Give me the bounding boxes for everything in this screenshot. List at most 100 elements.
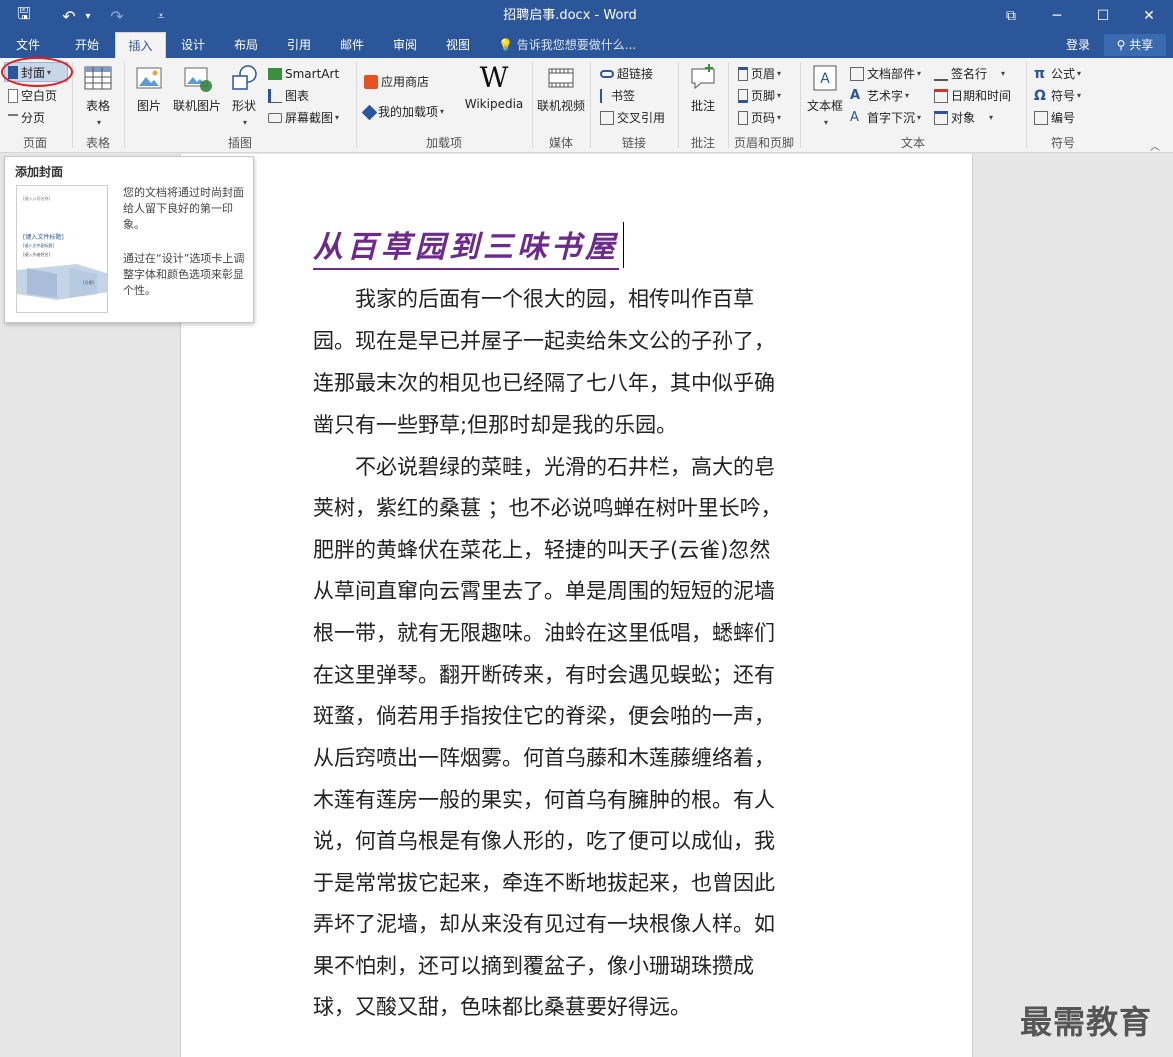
document-line[interactable]: 木莲有莲房一般的果实，何首乌有臃肿的根。有人 bbox=[313, 785, 775, 815]
separator bbox=[356, 62, 357, 148]
chart-button[interactable]: 图表 bbox=[268, 86, 309, 106]
document-line[interactable]: 不必说碧绿的菜畦，光滑的石井栏，高大的皂 bbox=[313, 452, 775, 482]
tab-insert[interactable]: 插入 bbox=[115, 32, 166, 58]
signature-line-button[interactable]: 签名行 ▾ bbox=[934, 64, 1005, 84]
store-icon bbox=[364, 75, 378, 89]
wikipedia-label: Wikipedia bbox=[464, 97, 524, 111]
drop-cap-button[interactable]: A 首字下沉 ▾ bbox=[850, 108, 921, 128]
online-picture-button[interactable]: 联机图片 bbox=[170, 62, 224, 114]
object-button[interactable]: 对象 ▾ bbox=[934, 108, 993, 128]
thumb-company: [键入公司名称] bbox=[23, 196, 51, 201]
page-break-icon bbox=[8, 114, 18, 122]
page-break-button[interactable]: 分页 bbox=[8, 108, 45, 128]
online-picture-icon bbox=[184, 67, 212, 92]
minimize-icon[interactable]: ─ bbox=[1034, 0, 1080, 32]
blank-page-button[interactable]: 空白页 bbox=[8, 86, 57, 106]
bookmark-button[interactable]: 书签 bbox=[600, 86, 635, 106]
document-title[interactable]: 从百草园到三味书屋 bbox=[313, 222, 619, 270]
login-link[interactable]: 登录 bbox=[1066, 32, 1090, 58]
document-line[interactable]: 球，又酸又甜，色味都比桑葚要好得远。 bbox=[313, 992, 691, 1022]
wikipedia-button[interactable]: W Wikipedia bbox=[462, 62, 526, 112]
document-line[interactable]: 斑蝥，倘若用手指按住它的脊梁，便会啪的一声， bbox=[313, 701, 775, 731]
document-line[interactable]: 在这里弹琴。翻开断砖来，有时会遇见蜈蚣；还有 bbox=[313, 660, 775, 690]
store-label: 应用商店 bbox=[381, 75, 430, 89]
undo-icon[interactable]: ↶ bbox=[56, 0, 82, 32]
tab-review[interactable]: 审阅 bbox=[380, 32, 430, 58]
store-button[interactable]: 应用商店 bbox=[364, 72, 429, 92]
document-line[interactable]: 弄坏了泥墙，却从来没有见过有一块根像人样。如 bbox=[313, 909, 775, 939]
group-comments-label: 批注 bbox=[690, 136, 715, 150]
tab-mailings[interactable]: 邮件 bbox=[327, 32, 377, 58]
online-video-label: 联机视频 bbox=[536, 99, 585, 113]
document-line[interactable]: 说，何首乌根是有像人形的，吃了便可以成仙，我 bbox=[313, 826, 775, 856]
document-line[interactable]: 连那最末次的相见也已经隔了七八年，其中似乎确 bbox=[313, 368, 775, 398]
share-button[interactable]: ⚲ 共享 bbox=[1104, 34, 1166, 56]
tooltip-description-2: 通过在“设计”选项卡上调整字体和颜色选项来彰显个性。 bbox=[123, 252, 245, 297]
pi-icon: π bbox=[1034, 66, 1046, 82]
group-text-label: 文本 bbox=[900, 136, 925, 150]
group-header-footer-label: 页眉和页脚 bbox=[733, 136, 794, 150]
hyperlink-button[interactable]: 超链接 bbox=[600, 64, 653, 84]
bookmark-icon bbox=[600, 89, 608, 103]
tab-layout[interactable]: 布局 bbox=[221, 32, 271, 58]
document-line[interactable]: 我家的后面有一个很大的园，相传叫作百草 bbox=[313, 284, 754, 314]
collapse-ribbon-icon[interactable]: ︿ bbox=[1150, 138, 1160, 153]
page-number-button[interactable]: 页码 ▾ bbox=[738, 108, 781, 128]
window-title: 招聘启事.docx - Word bbox=[503, 8, 637, 23]
ribbon-display-options-icon[interactable]: ⧉ bbox=[988, 0, 1034, 32]
maximize-icon[interactable]: ☐ bbox=[1080, 0, 1126, 32]
document-line[interactable]: 从草间直窜向云霄里去了。单是周围的短短的泥墙 bbox=[313, 576, 775, 606]
redo-icon[interactable]: ↷ bbox=[104, 0, 130, 32]
comment-icon bbox=[691, 64, 715, 90]
document-line[interactable]: 凿只有一些野草;但那时却是我的乐园。 bbox=[313, 410, 677, 440]
smartart-button[interactable]: SmartArt bbox=[268, 64, 339, 84]
blank-page-icon bbox=[8, 89, 18, 103]
symbol-label: 符号 bbox=[1051, 89, 1076, 103]
close-icon[interactable]: ✕ bbox=[1126, 0, 1172, 32]
footer-button[interactable]: 页脚 ▾ bbox=[738, 86, 781, 106]
document-line[interactable]: 根一带，就有无限趣味。油蛉在这里低唱，蟋蟀们 bbox=[313, 618, 775, 648]
document-line[interactable]: 于是常常拔它起来，牵连不断地拔起来，也曾因此 bbox=[313, 868, 775, 898]
separator bbox=[678, 62, 679, 148]
save-icon[interactable]: 🖫 bbox=[10, 0, 38, 32]
wordart-button[interactable]: A 艺术字 ▾ bbox=[850, 86, 909, 106]
tab-file[interactable]: 文件 bbox=[4, 32, 52, 58]
date-time-button[interactable]: 日期和时间 bbox=[934, 86, 1011, 106]
textbox-button[interactable]: A 文本框 ▾ bbox=[806, 62, 844, 128]
picture-button[interactable]: 图片 bbox=[131, 62, 167, 114]
comment-button[interactable]: 批注 bbox=[684, 62, 722, 114]
screenshot-button[interactable]: 屏幕截图 ▾ bbox=[268, 108, 339, 128]
tab-design[interactable]: 设计 bbox=[168, 32, 218, 58]
shapes-button[interactable]: 形状 ▾ bbox=[228, 62, 260, 128]
thumb-author: [键入作者姓名] bbox=[23, 252, 51, 257]
chevron-down-icon: ▾ bbox=[335, 113, 340, 122]
equation-button[interactable]: π 公式 ▾ bbox=[1034, 64, 1081, 84]
smartart-icon bbox=[268, 68, 282, 80]
numbering-button[interactable]: 编号 bbox=[1034, 108, 1075, 128]
header-button[interactable]: 页眉 ▾ bbox=[738, 64, 781, 84]
my-addins-button[interactable]: 我的加载项 ▾ bbox=[361, 102, 444, 122]
customize-quick-access-icon[interactable]: ⩡ bbox=[150, 0, 172, 32]
quick-parts-button[interactable]: 文档部件 ▾ bbox=[850, 64, 921, 84]
chevron-down-icon: ▾ bbox=[777, 113, 782, 122]
online-video-button[interactable]: 联机视频 bbox=[535, 62, 587, 114]
tab-references[interactable]: 引用 bbox=[274, 32, 324, 58]
symbol-button[interactable]: Ω 符号 ▾ bbox=[1034, 86, 1081, 106]
document-line[interactable]: 荚树，紫红的桑葚 ；也不必说鸣蝉在树叶里长吟， bbox=[313, 493, 782, 523]
tab-home[interactable]: 开始 bbox=[62, 32, 112, 58]
table-icon bbox=[84, 66, 112, 90]
cross-reference-button[interactable]: 交叉引用 bbox=[600, 108, 665, 128]
document-line[interactable]: 肥胖的黄蜂伏在菜花上，轻捷的叫天子(云雀)忽然 bbox=[313, 535, 770, 565]
tab-view[interactable]: 视图 bbox=[433, 32, 483, 58]
cover-page-tooltip: 添加封面 [键入公司名称] [键入文件标题] [键入文件副标题] [键入作者姓名… bbox=[4, 156, 254, 323]
footer-label: 页脚 bbox=[751, 89, 776, 103]
document-line[interactable]: 园。现在是早已并屋子一起卖给朱文公的子孙了， bbox=[313, 326, 775, 356]
group-table-label: 表格 bbox=[85, 136, 110, 150]
document-line[interactable]: 从后窍喷出一阵烟雾。何首乌藤和木莲藤缠络着， bbox=[313, 743, 775, 773]
title-bar: 🖫 ↶ ▾ ↷ ⩡ 招聘启事.docx - Word ⧉ ─ ☐ ✕ bbox=[0, 0, 1173, 32]
tell-me-search[interactable]: 💡 告诉我您想要做什么... bbox=[498, 32, 636, 58]
separator bbox=[1026, 62, 1027, 148]
undo-dropdown-icon[interactable]: ▾ bbox=[82, 0, 94, 32]
table-button[interactable]: 表格 ▾ bbox=[78, 62, 118, 128]
document-line[interactable]: 果不怕刺，还可以摘到覆盆子，像小珊瑚珠攒成 bbox=[313, 951, 754, 981]
